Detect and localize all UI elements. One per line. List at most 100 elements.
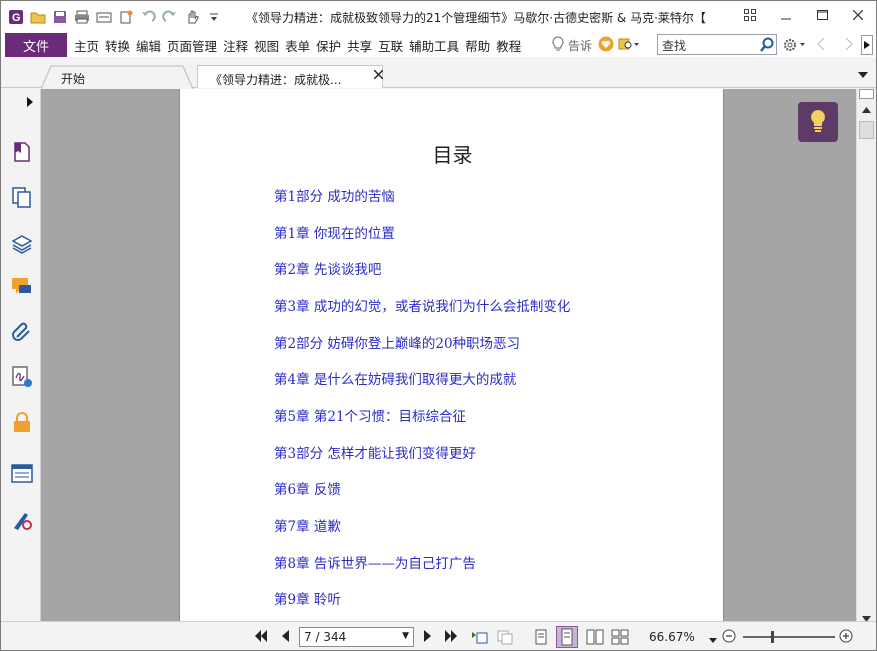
previous-page-icon[interactable] [280, 629, 290, 646]
open-folder-icon[interactable] [29, 8, 47, 26]
menu-items: 主页 转换 编辑 页面管理 注释 视图 表单 保护 共享 互联 辅助工具 帮助 … [71, 36, 524, 55]
zoom-in-icon[interactable] [839, 629, 853, 646]
zoom-out-icon[interactable] [722, 629, 736, 646]
tab-start-label: 开始 [61, 72, 86, 86]
form-fields-icon[interactable] [11, 463, 33, 485]
scan-icon[interactable] [95, 8, 113, 26]
menu-connect[interactable]: 互联 [375, 36, 406, 55]
toc-link[interactable]: 第7章 道歉 [274, 515, 341, 535]
customize-dropdown-icon[interactable] [205, 8, 223, 26]
lightbulb-icon [808, 108, 828, 137]
first-page-icon[interactable] [254, 629, 268, 646]
facing-view-icon[interactable] [586, 629, 604, 648]
vertical-scrollbar[interactable] [856, 89, 876, 622]
tab-start[interactable]: 开始 [41, 65, 199, 89]
comments-icon[interactable] [11, 276, 33, 298]
restore-layout-icon[interactable] [732, 1, 768, 29]
document-tab-bar: 开始 《领导力精进：成就极... [1, 58, 876, 89]
redo-icon[interactable] [161, 8, 179, 26]
tab-list-dropdown-icon[interactable] [858, 68, 868, 82]
menu-help[interactable]: 帮助 [462, 36, 493, 55]
menu-home[interactable]: 主页 [71, 36, 102, 55]
continuous-view-icon[interactable] [556, 626, 578, 648]
file-menu-button[interactable]: 文件 [5, 33, 67, 57]
signature-icon[interactable] [11, 366, 33, 388]
menu-accessibility[interactable]: 辅助工具 [406, 36, 462, 55]
page-number-input[interactable]: 7 / 344 ▼ [299, 627, 414, 647]
title-bar: G 《领导力精进：成就极致领导力的21个管理细节》马歇尔·古德史密斯 & 马克·… [1, 1, 876, 33]
lightbulb-icon[interactable] [551, 35, 565, 55]
tell-me-area: 告诉 [551, 33, 640, 57]
tell-me-label[interactable]: 告诉 [568, 37, 592, 54]
menu-form[interactable]: 表单 [282, 36, 313, 55]
last-page-icon[interactable] [444, 629, 458, 646]
app-logo-icon[interactable]: G [7, 8, 25, 26]
toc-link[interactable]: 第2章 先谈谈我吧 [274, 258, 381, 278]
toc-link[interactable]: 第2部分 妨碍你登上巅峰的20种职场恶习 [274, 332, 520, 352]
save-icon[interactable] [51, 8, 69, 26]
toc-link[interactable]: 第9章 聆听 [274, 588, 341, 608]
security-lock-icon[interactable] [11, 411, 33, 433]
menu-share[interactable]: 共享 [344, 36, 375, 55]
toc-link[interactable]: 第1章 你现在的位置 [274, 222, 395, 242]
zoom-dropdown-icon[interactable] [709, 633, 717, 647]
certificate-icon[interactable] [11, 509, 33, 531]
search-icon[interactable] [759, 37, 775, 56]
scroll-split-handle[interactable] [859, 89, 874, 99]
toc-link[interactable]: 第8章 告诉世界——为自己打广告 [274, 552, 476, 572]
menu-edit[interactable]: 编辑 [133, 36, 164, 55]
continuous-facing-view-icon[interactable] [611, 629, 629, 648]
scroll-thumb[interactable] [859, 121, 874, 139]
zoom-slider-thumb[interactable] [771, 631, 774, 643]
undo-icon[interactable] [139, 8, 157, 26]
print-icon[interactable] [73, 8, 91, 26]
previous-view-icon[interactable] [471, 629, 489, 648]
panel-expand-icon[interactable] [27, 96, 33, 110]
page-dropdown-icon[interactable]: ▼ [402, 631, 409, 641]
toc-link[interactable]: 第3部分 怎样才能让我们变得更好 [274, 442, 476, 462]
menu-page-management[interactable]: 页面管理 [164, 36, 220, 55]
bookmark-icon[interactable] [11, 141, 33, 163]
zoom-level[interactable]: 66.67% [649, 630, 695, 644]
menu-comment[interactable]: 注释 [220, 36, 251, 55]
find-options-icon[interactable] [618, 37, 640, 54]
menu-protect[interactable]: 保护 [313, 36, 344, 55]
document-viewport[interactable]: 目录 第1部分 成功的苦恼 第1章 你现在的位置 第2章 先谈谈我吧 第3章 成… [41, 89, 856, 621]
toc-link[interactable]: 第6章 反馈 [274, 478, 341, 498]
attachments-icon[interactable] [11, 321, 33, 343]
tab-document[interactable]: 《领导力精进：成就极... [197, 65, 383, 88]
window-controls [732, 1, 876, 29]
next-page-icon[interactable] [423, 629, 433, 646]
zoom-slider[interactable] [743, 636, 835, 638]
menu-convert[interactable]: 转换 [102, 36, 133, 55]
close-icon[interactable] [840, 1, 876, 29]
nav-next-icon[interactable] [844, 37, 854, 54]
toc-link[interactable]: 第5章 第21个习惯：目标综合征 [274, 405, 466, 425]
next-view-icon[interactable] [496, 629, 514, 648]
scroll-up-icon[interactable] [862, 102, 871, 116]
smart-tips-button[interactable] [798, 102, 838, 142]
toc-link[interactable]: 第1部分 成功的苦恼 [274, 185, 395, 205]
nav-prev-icon[interactable] [816, 37, 826, 54]
single-page-view-icon[interactable] [534, 629, 548, 648]
maximize-icon[interactable] [804, 1, 840, 29]
minimize-icon[interactable] [768, 1, 804, 29]
new-icon[interactable] [117, 8, 135, 26]
menu-tutorial[interactable]: 教程 [493, 36, 524, 55]
menu-view[interactable]: 视图 [251, 36, 282, 55]
heart-icon[interactable] [598, 36, 614, 55]
ribbon-expand-icon[interactable] [861, 35, 873, 55]
pdf-page: 目录 第1部分 成功的苦恼 第1章 你现在的位置 第2章 先谈谈我吧 第3章 成… [179, 89, 724, 621]
tab-document-label: 《领导力精进：成就极... [210, 73, 342, 87]
toc-link[interactable]: 第3章 成功的幻觉，或者说我们为什么会抵制变化 [274, 295, 570, 315]
toc-link[interactable]: 第4章 是什么在妨碍我们取得更大的成就 [274, 368, 516, 388]
hand-tool-icon[interactable] [183, 8, 201, 26]
page-indicator: 7 / 344 [304, 630, 347, 644]
search-placeholder: 查找 [662, 39, 687, 53]
toc-heading: 目录 [432, 143, 473, 167]
svg-text:G: G [12, 12, 21, 24]
ribbon-menu-bar: 文件 主页 转换 编辑 页面管理 注释 视图 表单 保护 共享 互联 辅助工具 … [1, 33, 876, 57]
pages-icon[interactable] [11, 186, 33, 208]
layers-icon[interactable] [11, 232, 33, 254]
settings-gear-icon[interactable] [783, 37, 807, 56]
